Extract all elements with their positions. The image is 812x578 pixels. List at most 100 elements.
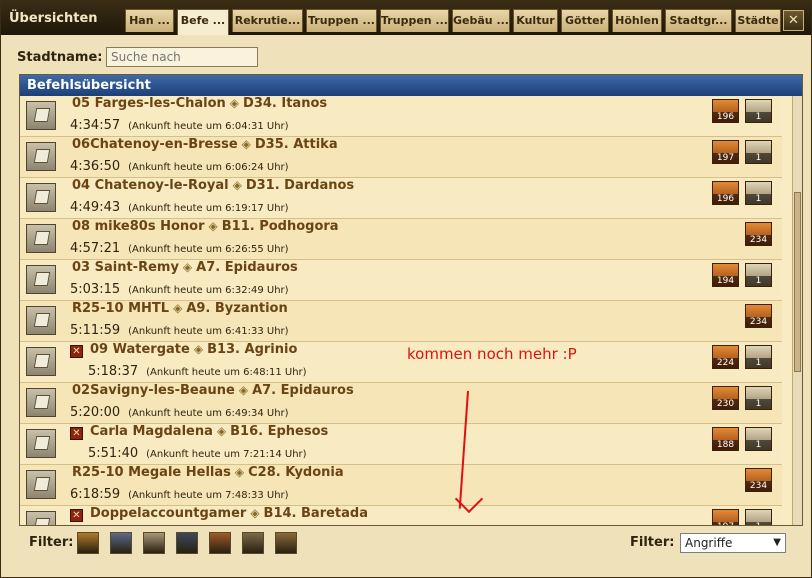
unit-count: 224 [713, 358, 738, 368]
origin-city-link[interactable]: 04 Chatenoy-le-Royal [72, 178, 229, 193]
tab-troops-2[interactable]: Truppen ... [380, 9, 449, 32]
tab-commands[interactable]: Befe ... [177, 9, 229, 35]
command-type-icon [26, 306, 56, 335]
tab-culture[interactable]: Kultur [513, 9, 558, 32]
target-city-link[interactable]: B13. Agrinio [207, 342, 297, 357]
command-row[interactable]: ✕ 09 Watergate ◈ B13. Agrinio 5:18:37 (Ankunf… [20, 342, 782, 383]
target-city-link[interactable]: D31. Dardanos [246, 178, 354, 193]
command-timing: 6:18:59 (Ankunft heute um 7:48:33 Uhr) [70, 487, 289, 502]
spear-filter-icon[interactable] [77, 532, 99, 554]
command-timing: 4:36:50 (Ankunft heute um 6:06:24 Uhr) [70, 159, 289, 174]
command-row[interactable]: 08 mike80s Honor ◈ B11. Podhogora 4:57:21 (A… [20, 219, 782, 260]
command-row[interactable]: R25-10 Megale Hellas ◈ C28. Kydonia 6:18:59… [20, 465, 782, 506]
unit-count: 234 [746, 235, 771, 245]
target-city-link[interactable]: A7. Epidauros [196, 260, 298, 275]
command-row[interactable]: ✕Doppelaccountgamer◈B14. Baretada6:34:10… [20, 506, 782, 525]
direction-arrow-icon: ◈ [229, 96, 240, 110]
command-type-icon [26, 265, 56, 294]
unit-count: 1 [746, 522, 771, 525]
target-city-link[interactable]: C28. Kydonia [248, 465, 344, 480]
countdown-time: 6:18:59 [70, 487, 121, 502]
command-route: 04 Chatenoy-le-Royal ◈ D31. Dardanos [72, 178, 354, 193]
troop-icon: 234 [745, 304, 772, 328]
tab-troops-1[interactable]: Truppen ... [306, 9, 377, 32]
filter-select[interactable]: Angriffe ▼ [680, 533, 786, 553]
city-search-input[interactable] [106, 47, 258, 67]
origin-city-link[interactable]: Carla Magdalena [90, 424, 213, 439]
scrollbar-thumb[interactable] [794, 192, 801, 372]
countdown-time: 5:11:59 [70, 323, 121, 338]
ship-filter-icon[interactable] [143, 532, 165, 554]
unit-count: 196 [713, 194, 738, 204]
tab-gods[interactable]: Götter [561, 9, 609, 32]
direction-arrow-icon: ◈ [234, 465, 245, 479]
origin-city-link[interactable]: 06Chatenoy-en-Bresse [72, 137, 238, 152]
command-timing: 5:18:37 (Ankunft heute um 6:48:11 Uhr) [88, 364, 307, 379]
command-timing: 5:51:40 (Ankunft heute um 7:21:14 Uhr) [88, 446, 307, 461]
return-filter-icon[interactable] [242, 532, 264, 554]
command-list[interactable]: 05 Farges-les-Chalon ◈ D34. Itanos 4:34:57(… [20, 96, 790, 525]
attack-filter-icon[interactable] [209, 532, 231, 554]
origin-city-link[interactable]: 05 Farges-les-Chalon [72, 96, 226, 111]
tab-city-groups[interactable]: Stadtgr... [665, 9, 732, 32]
origin-city-link[interactable]: Doppelaccountgamer [90, 506, 246, 521]
command-type-icon [26, 388, 56, 417]
troops-filter-icon[interactable] [110, 532, 132, 554]
tab-trade[interactable]: Han ... [125, 9, 174, 32]
target-city-link[interactable]: B11. Podhogora [222, 219, 339, 234]
arrival-time: (Ankunft heute um 6:04:31 Uhr) [128, 121, 289, 132]
origin-city-link[interactable]: 09 Watergate [90, 342, 190, 357]
command-route: 03 Saint-Remy ◈ A7. Epidauros [72, 260, 298, 275]
tab-cities[interactable]: Städte [735, 9, 781, 32]
countdown-time: 5:20:00 [70, 405, 121, 420]
troop-icon: 230 [712, 386, 739, 410]
command-timing: 5:11:59 (Ankunft heute um 6:41:33 Uhr) [70, 323, 289, 338]
target-city-link[interactable]: A7. Epidauros [252, 383, 354, 398]
command-type-icon [26, 224, 56, 253]
scrollbar[interactable] [792, 96, 802, 525]
command-timing: 4:49:43 (Ankunft heute um 6:19:17 Uhr) [70, 200, 289, 215]
origin-city-link[interactable]: R25-10 MHTL [72, 301, 169, 316]
tab-buildings[interactable]: Gebäu ... [452, 9, 510, 32]
filter-select-label: Filter: [630, 535, 675, 550]
command-timing: 5:03:15 (Ankunft heute um 6:32:49 Uhr) [70, 282, 289, 297]
command-row[interactable]: ✕ Carla Magdalena ◈ B16. Ephesos 5:51:40 (Ank… [20, 424, 782, 465]
target-city-link[interactable]: D34. Itanos [243, 96, 327, 111]
troop-icon: 194 [712, 263, 739, 287]
colonize-filter-icon[interactable] [275, 532, 297, 554]
origin-city-link[interactable]: R25-10 Megale Hellas [72, 465, 231, 480]
command-row[interactable]: R25-10 MHTL ◈ A9. Byzantion 5:11:59 (Ankunft… [20, 301, 782, 342]
countdown-time: 4:36:50 [70, 159, 121, 174]
command-row[interactable]: 03 Saint-Remy ◈ A7. Epidauros 5:03:15 (Ankun… [20, 260, 782, 301]
window-title: Übersichten [9, 11, 98, 26]
hero-filter-icon[interactable] [176, 532, 198, 554]
annotation-text: kommen noch mehr :P [407, 345, 577, 363]
ship-icon: 1 [745, 140, 772, 164]
ship-icon: 1 [745, 263, 772, 287]
command-row[interactable]: 04 Chatenoy-le-Royal ◈ D31. Dardanos 4:49:4… [20, 178, 782, 219]
tab-recruit[interactable]: Rekrutie... [232, 9, 303, 32]
direction-arrow-icon: ◈ [238, 383, 249, 397]
command-row[interactable]: 06Chatenoy-en-Bresse ◈ D35. Attika 4:36:50 (… [20, 137, 782, 178]
command-row[interactable]: 02Savigny-les-Beaune ◈ A7. Epidauros 5:20:0… [20, 383, 782, 424]
attack-mark-icon: ✕ [70, 509, 83, 522]
target-city-link[interactable]: D35. Attika [255, 137, 338, 152]
target-city-link[interactable]: B14. Baretada [264, 506, 368, 521]
target-city-link[interactable]: A9. Byzantion [186, 301, 287, 316]
direction-arrow-icon: ◈ [216, 424, 227, 438]
target-city-link[interactable]: B16. Ephesos [230, 424, 328, 439]
close-button[interactable]: ✕ [783, 10, 804, 31]
troop-icon: 224 [712, 345, 739, 369]
command-row[interactable]: 05 Farges-les-Chalon ◈ D34. Itanos 4:34:57 (… [20, 96, 782, 137]
origin-city-link[interactable]: 02Savigny-les-Beaune [72, 383, 235, 398]
arrival-time: (Ankunft heute um 7:21:14 Uhr) [146, 449, 307, 460]
arrival-time: (Ankunft heute um 6:41:33 Uhr) [128, 326, 289, 337]
ship-icon: 1 [745, 345, 772, 369]
arrival-time: (Ankunft heute um 7:48:33 Uhr) [128, 490, 289, 501]
command-type-icon [26, 470, 56, 499]
tab-caves[interactable]: Höhlen [612, 9, 662, 32]
origin-city-link[interactable]: 03 Saint-Remy [72, 260, 179, 275]
origin-city-link[interactable]: 08 mike80s Honor [72, 219, 205, 234]
city-name-label: Stadtname: [17, 50, 103, 65]
unit-count: 234 [746, 481, 771, 491]
